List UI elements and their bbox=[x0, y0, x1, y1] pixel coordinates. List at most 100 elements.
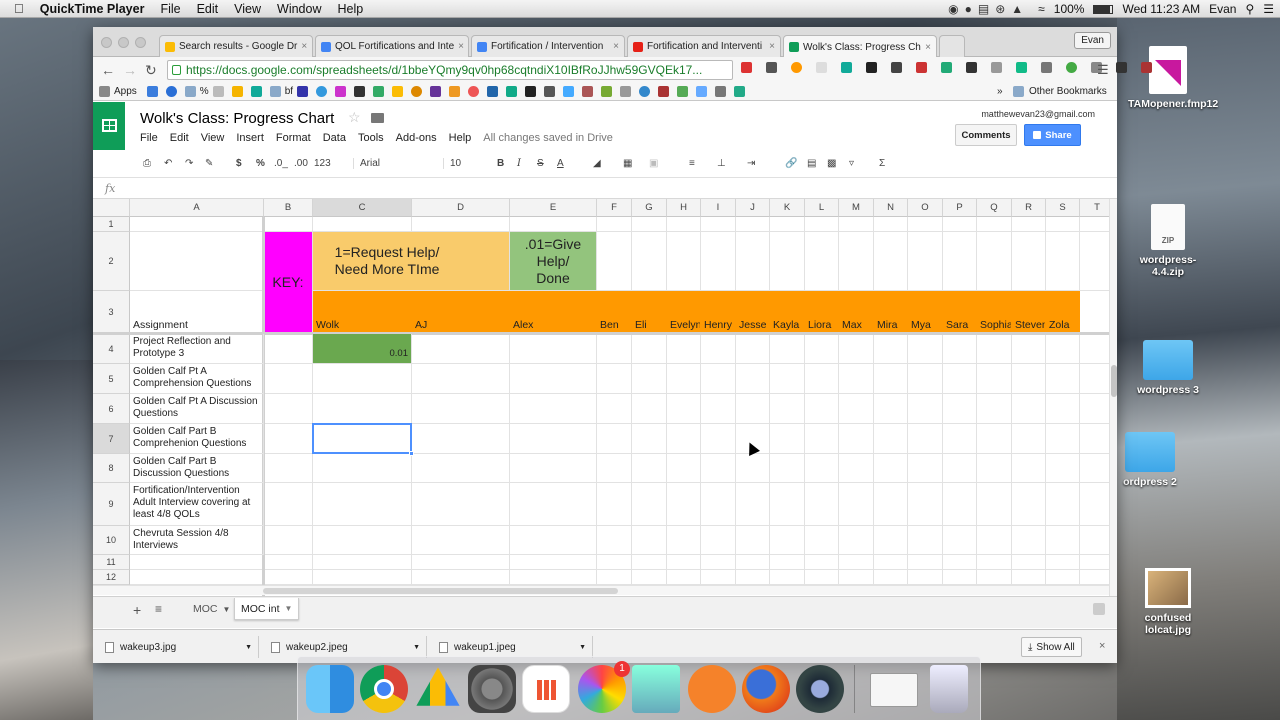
grid-cell[interactable] bbox=[130, 217, 264, 232]
folder-icon[interactable] bbox=[269, 86, 281, 97]
undo-icon[interactable]: ↶ bbox=[164, 158, 172, 169]
grid-cell[interactable] bbox=[667, 424, 701, 454]
extension-icon[interactable] bbox=[1116, 62, 1127, 73]
grid-cell[interactable] bbox=[943, 394, 977, 424]
extension-icon[interactable] bbox=[866, 62, 877, 73]
grid-cell[interactable] bbox=[597, 555, 632, 570]
row-header[interactable]: 12 bbox=[93, 570, 130, 585]
row-header[interactable]: 2 bbox=[93, 232, 130, 291]
column-header[interactable]: E bbox=[510, 199, 597, 217]
font-size-dropdown[interactable]: 10 bbox=[443, 158, 483, 169]
download-item[interactable]: wakeup1.jpeg ▼ bbox=[433, 636, 593, 658]
grid-cell[interactable] bbox=[701, 217, 736, 232]
row-header[interactable]: 10 bbox=[93, 526, 130, 555]
grid-cell[interactable] bbox=[264, 526, 313, 555]
bookmark-icon[interactable] bbox=[582, 86, 594, 97]
grid-cell[interactable] bbox=[874, 364, 908, 394]
number-format-dropdown[interactable]: 123 bbox=[314, 158, 331, 169]
bookmark-icon[interactable] bbox=[430, 86, 442, 97]
grid-cell[interactable] bbox=[412, 483, 510, 526]
grid-cell[interactable] bbox=[597, 483, 632, 526]
grid-cell[interactable] bbox=[770, 394, 805, 424]
column-header[interactable]: S bbox=[1046, 199, 1080, 217]
grid-cell[interactable] bbox=[264, 555, 313, 570]
grid-cell[interactable] bbox=[313, 364, 412, 394]
bookmark-icon[interactable] bbox=[297, 86, 309, 97]
extension-icon[interactable] bbox=[966, 62, 977, 73]
assignment-cell[interactable]: Golden Calf Part B Comprehenion Question… bbox=[130, 424, 264, 454]
grid-cell[interactable] bbox=[874, 424, 908, 454]
grid-cell[interactable] bbox=[313, 394, 412, 424]
bookmark-icon[interactable] bbox=[146, 86, 158, 97]
preview-icon[interactable] bbox=[632, 665, 680, 713]
grid-cell[interactable] bbox=[1012, 364, 1046, 394]
grid-cell[interactable] bbox=[313, 570, 412, 585]
student-name-cell[interactable]: Evelyn bbox=[667, 291, 701, 334]
menu-format[interactable]: Format bbox=[276, 132, 311, 144]
grid-cell[interactable] bbox=[839, 232, 874, 291]
finder-icon[interactable] bbox=[306, 665, 354, 713]
increase-decimal-button[interactable]: .00 bbox=[294, 158, 308, 169]
bookmark-icon[interactable] bbox=[506, 86, 518, 97]
grid-cell[interactable] bbox=[770, 483, 805, 526]
grid-cell[interactable] bbox=[667, 454, 701, 483]
grid-cell[interactable] bbox=[874, 483, 908, 526]
grid-cell[interactable] bbox=[770, 334, 805, 364]
window-zoom-button[interactable] bbox=[135, 37, 146, 48]
extension-icon[interactable] bbox=[941, 62, 952, 73]
profile-button[interactable]: Evan bbox=[1074, 32, 1111, 49]
grid-cell[interactable] bbox=[839, 424, 874, 454]
grid-cell[interactable] bbox=[701, 424, 736, 454]
bookmark-icon[interactable] bbox=[468, 86, 480, 97]
grid-cell[interactable] bbox=[977, 570, 1012, 585]
grid-cell[interactable] bbox=[412, 570, 510, 585]
bookmark-icon[interactable] bbox=[250, 86, 262, 97]
grid-cell[interactable] bbox=[667, 394, 701, 424]
desktop-icon-wordpress2[interactable]: ordpress 2 bbox=[1110, 432, 1190, 488]
grid-cell[interactable] bbox=[667, 570, 701, 585]
grid-cell[interactable] bbox=[510, 526, 597, 555]
chevron-down-icon[interactable]: ▼ bbox=[413, 644, 420, 651]
extension-icon[interactable] bbox=[1141, 62, 1152, 73]
grid-cell[interactable] bbox=[908, 555, 943, 570]
column-header[interactable]: H bbox=[667, 199, 701, 217]
menu-file[interactable]: File bbox=[140, 132, 158, 144]
grid-cell[interactable] bbox=[701, 570, 736, 585]
grid-cell[interactable] bbox=[943, 570, 977, 585]
student-name-cell[interactable]: Sara bbox=[943, 291, 977, 334]
extension-icon[interactable] bbox=[841, 62, 852, 73]
column-header[interactable]: Q bbox=[977, 199, 1012, 217]
grid-cell[interactable] bbox=[1012, 570, 1046, 585]
student-name-cell[interactable]: Steven bbox=[1012, 291, 1046, 334]
apps-grid-icon[interactable] bbox=[99, 86, 110, 97]
reload-icon[interactable]: ↻ bbox=[145, 62, 157, 79]
row-header[interactable]: 11 bbox=[93, 555, 130, 570]
tab-close-icon[interactable]: × bbox=[769, 41, 775, 52]
grid-cell[interactable] bbox=[770, 526, 805, 555]
trash-icon[interactable] bbox=[930, 665, 968, 713]
grid-cell[interactable] bbox=[510, 454, 597, 483]
extension-icon[interactable] bbox=[741, 62, 752, 73]
grid-cell[interactable] bbox=[977, 454, 1012, 483]
student-name-cell[interactable]: Wolk bbox=[313, 291, 412, 334]
currency-format-button[interactable]: $ bbox=[236, 158, 242, 169]
key-label-cell[interactable]: KEY: bbox=[264, 232, 313, 334]
formula-bar[interactable]: fx bbox=[93, 179, 1117, 199]
menu-edit[interactable]: Edit bbox=[170, 132, 189, 144]
grid-cell[interactable] bbox=[736, 232, 770, 291]
grid-cell[interactable] bbox=[1046, 424, 1080, 454]
grid-cell[interactable] bbox=[874, 555, 908, 570]
explore-icon[interactable] bbox=[1093, 603, 1105, 615]
student-name-cell[interactable]: AJ bbox=[412, 291, 510, 334]
menu-addons[interactable]: Add-ons bbox=[396, 132, 437, 144]
grid-cell[interactable] bbox=[597, 570, 632, 585]
grid-cell[interactable] bbox=[839, 217, 874, 232]
desktop-icon-wordpress-zip[interactable]: ZIP wordpress-4.4.zip bbox=[1128, 204, 1208, 278]
key-request-help-cell[interactable]: 1=Request Help/ Need More TIme bbox=[313, 232, 510, 291]
student-name-cell[interactable]: Sophia bbox=[977, 291, 1012, 334]
grid-cell[interactable] bbox=[264, 334, 313, 364]
account-email[interactable]: matthewevan23@gmail.com bbox=[981, 109, 1095, 119]
bookmark-icon[interactable] bbox=[392, 86, 404, 97]
ibooks-icon[interactable] bbox=[688, 665, 736, 713]
column-header[interactable]: O bbox=[908, 199, 943, 217]
